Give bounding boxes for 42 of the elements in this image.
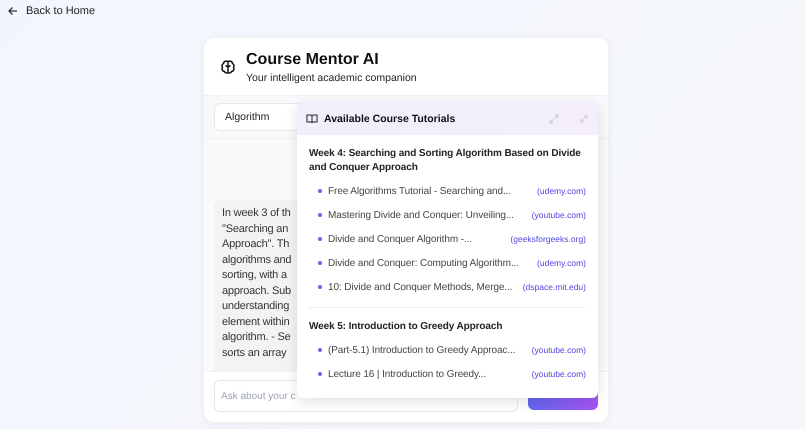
message-text: In week 3 of th xyxy=(222,206,291,221)
message-text: Approach". Th xyxy=(222,237,290,252)
app-title: Course Mentor AI xyxy=(246,50,380,68)
tutorial-source-link[interactable]: (youtube.com) xyxy=(532,210,586,220)
message-text: understanding xyxy=(222,299,290,314)
tutorial-source-link[interactable]: (udemy.com) xyxy=(537,186,586,196)
bullet-icon xyxy=(318,189,322,193)
tutorial-source-link[interactable]: (dspace.mit.edu) xyxy=(522,282,586,292)
app-subtitle: Your intelligent academic companion xyxy=(246,72,417,84)
week-heading: Week 4: Searching and Sorting Algorithm Based on Divide and Conquer Approach xyxy=(309,147,582,175)
message-text: sorts an array xyxy=(222,346,286,360)
tutorial-source-link[interactable]: (youtube.com) xyxy=(532,345,586,355)
arrow-left-icon xyxy=(8,6,18,16)
message-text: "Searching an xyxy=(222,222,288,236)
message-text: algorithm. - Se xyxy=(222,330,291,345)
tutorial-title[interactable]: (Part-5.1) Introduction to Greedy Approac... xyxy=(328,344,526,356)
tutorial-title[interactable]: 10: Divide and Conquer Methods, Merge... xyxy=(328,282,517,292)
tutorial-source-link[interactable]: (youtube.com) xyxy=(532,369,586,379)
brain-icon xyxy=(220,59,236,75)
book-icon xyxy=(306,114,318,124)
bullet-icon xyxy=(318,213,322,217)
tutorial-title[interactable]: Free Algorithms Tutorial - Searching and... xyxy=(328,186,532,196)
tutorial-source-link[interactable]: (geeksforgeeks.org) xyxy=(510,234,586,244)
collapse-icon[interactable] xyxy=(579,114,589,124)
expand-icon[interactable] xyxy=(549,114,559,124)
message-text: sorting, with a xyxy=(222,268,287,283)
week-heading: Week 5: Introduction to Greedy Approach xyxy=(309,320,504,334)
bullet-icon xyxy=(318,237,322,241)
tutorial-source-link[interactable]: (udemy.com) xyxy=(537,258,586,268)
tutorial-title[interactable]: Lecture 16 | Introduction to Greedy... xyxy=(328,368,526,380)
bullet-icon xyxy=(318,348,322,352)
message-text: element within xyxy=(222,314,290,330)
back-link[interactable]: Back to Home xyxy=(8,5,96,17)
message-text: approach. Sub xyxy=(222,284,291,298)
popup-title: Available Course Tutorials xyxy=(324,112,456,124)
message-text: algorithms and xyxy=(222,252,292,268)
bullet-icon xyxy=(318,261,322,265)
tutorial-title[interactable]: Divide and Conquer Algorithm -... xyxy=(328,234,504,244)
bullet-icon xyxy=(318,372,322,376)
tutorial-title[interactable]: Mastering Divide and Conquer: Unveiling... xyxy=(328,210,526,220)
tutorial-title[interactable]: Divide and Conquer: Computing Algorithm... xyxy=(328,258,532,268)
bullet-icon xyxy=(318,285,322,289)
